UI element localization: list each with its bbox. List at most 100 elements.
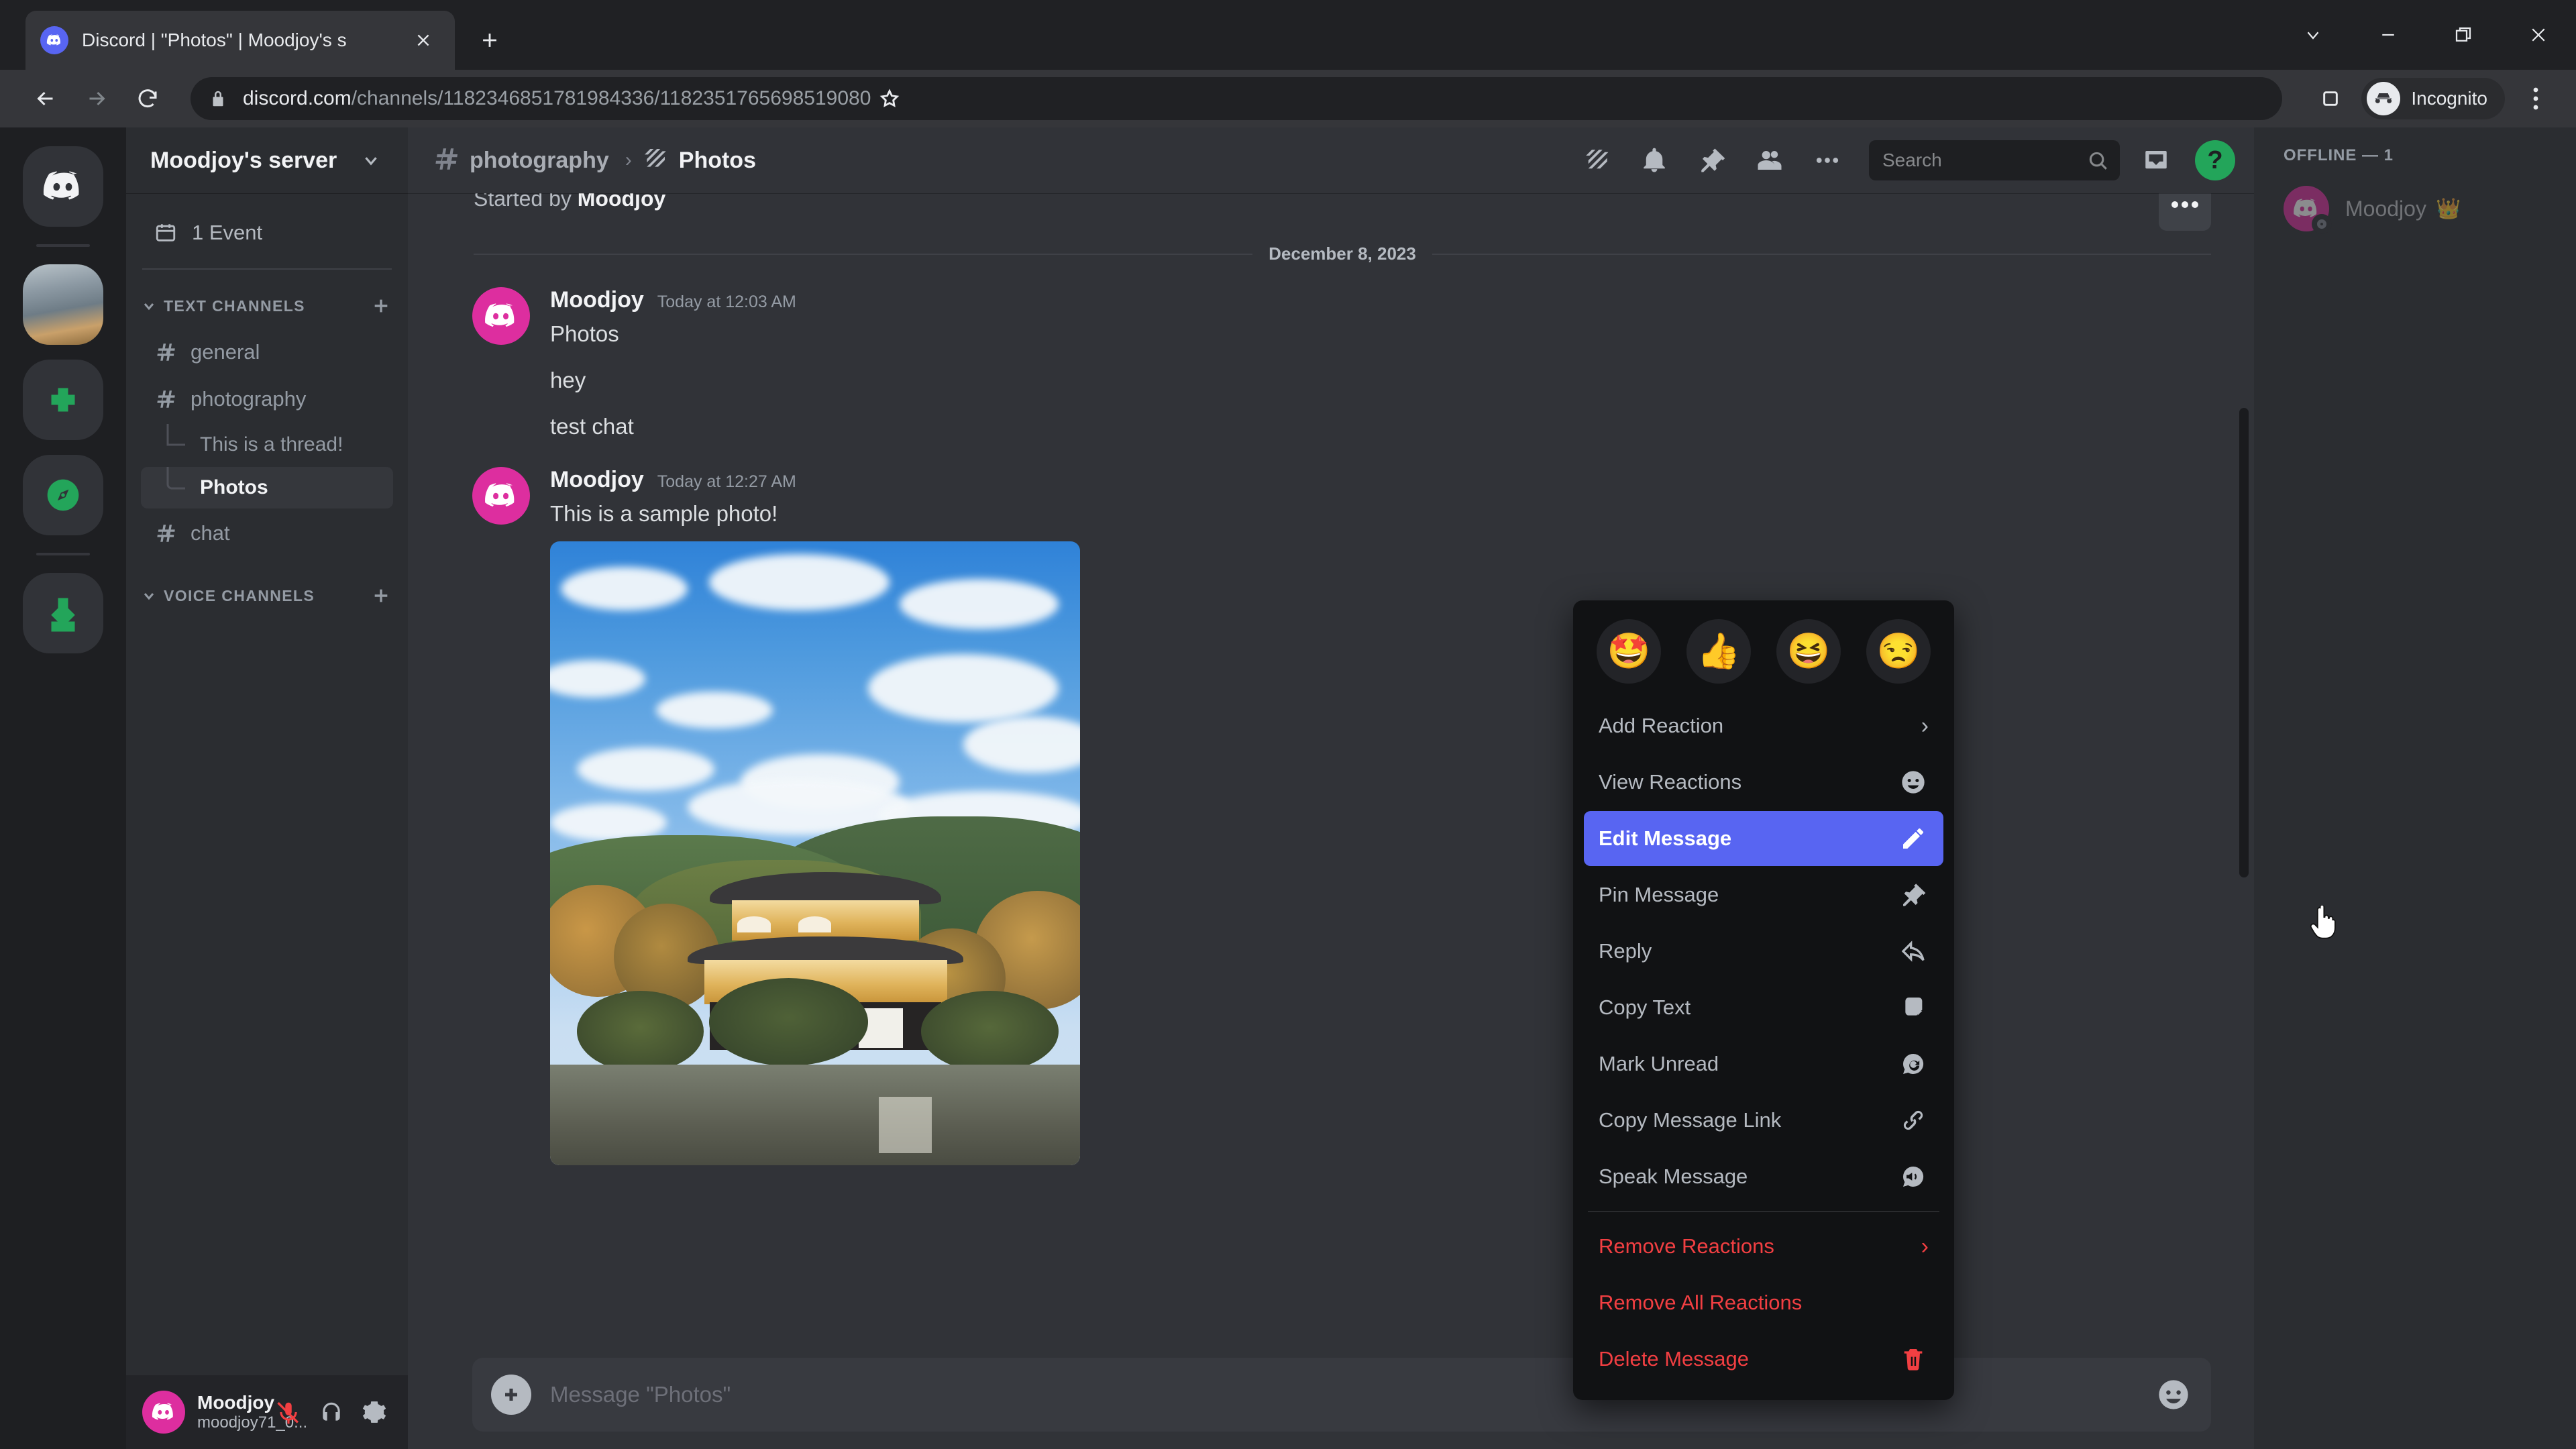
- maximize-button[interactable]: [2426, 0, 2501, 70]
- avatar[interactable]: [142, 1391, 185, 1434]
- message-author[interactable]: Moodjoy: [550, 287, 644, 313]
- server-name: Moodjoy's server: [150, 147, 337, 173]
- sidebar-thread-this-is-a-thread[interactable]: This is a thread!: [141, 424, 393, 466]
- message-text: Photos: [550, 321, 619, 346]
- menu-item-copy-text[interactable]: Copy Text: [1584, 980, 1943, 1035]
- hash-icon: [153, 341, 178, 364]
- date-divider: December 8, 2023: [474, 244, 2211, 264]
- menu-item-pin-message[interactable]: Pin Message: [1584, 867, 1943, 922]
- menu-item-delete-message[interactable]: Delete Message: [1584, 1332, 1943, 1387]
- message-composer: Message "Photos": [408, 1358, 2254, 1449]
- menu-label: View Reactions: [1599, 770, 1742, 794]
- sidebar-thread-photos[interactable]: Photos: [141, 449, 393, 508]
- message-text: test chat: [550, 413, 634, 439]
- rail-divider: [36, 244, 90, 247]
- category-label: TEXT CHANNELS: [164, 297, 305, 315]
- address-bar[interactable]: discord.com/channels/1182346851781984336…: [191, 77, 2283, 120]
- date-divider-label: December 8, 2023: [1269, 244, 1416, 264]
- avatar[interactable]: [472, 466, 530, 525]
- menu-label: Remove Reactions: [1599, 1234, 1774, 1258]
- members-icon[interactable]: [1748, 139, 1791, 182]
- menu-item-edit-message[interactable]: Edit Message: [1584, 811, 1943, 866]
- menu-item-speak-message[interactable]: Speak Message: [1584, 1149, 1943, 1204]
- more-options-icon[interactable]: [1806, 139, 1849, 182]
- menu-item-copy-message-link[interactable]: Copy Message Link: [1584, 1093, 1943, 1148]
- pin-icon[interactable]: [1690, 139, 1733, 182]
- tab-title: Discord | "Photos" | Moodjoy's s: [82, 30, 347, 50]
- user-identity[interactable]: Moodjoy moodjoy71_0...: [197, 1392, 307, 1433]
- plus-icon[interactable]: [370, 295, 392, 317]
- quick-reaction-star-struck[interactable]: 🤩: [1597, 619, 1661, 684]
- side-panel-icon[interactable]: [2312, 80, 2349, 117]
- plus-circle-icon[interactable]: [491, 1375, 531, 1415]
- sidebar-item-photography[interactable]: photography: [141, 377, 393, 421]
- page-title: Photos: [678, 147, 756, 173]
- more-options-icon[interactable]: [2159, 193, 2211, 231]
- category-voice-channels[interactable]: VOICE CHANNELS: [126, 574, 408, 617]
- list-item[interactable]: Moodjoy 👑: [2267, 180, 2563, 237]
- message-item: Moodjoy Today at 12:27 AM This is a samp…: [408, 466, 2254, 1166]
- direct-messages-home-button[interactable]: [23, 146, 103, 227]
- breadcrumb-parent-channel[interactable]: photography: [470, 148, 609, 174]
- hash-icon: [153, 522, 178, 545]
- kebab-menu-icon[interactable]: [2516, 78, 2556, 119]
- tab-search-button[interactable]: [2275, 0, 2351, 70]
- reload-button[interactable]: [122, 73, 173, 124]
- close-icon[interactable]: [407, 23, 440, 57]
- browser-tab[interactable]: Discord | "Photos" | Moodjoy's s: [25, 11, 455, 70]
- chevron-right-icon: ›: [1921, 712, 1929, 739]
- lock-icon: [208, 89, 228, 109]
- mic-muted-icon[interactable]: [267, 1391, 310, 1434]
- notification-bell-icon[interactable]: [1633, 139, 1676, 182]
- minimize-button[interactable]: [2351, 0, 2426, 70]
- message-scrollbar[interactable]: [2239, 408, 2249, 877]
- sidebar-item-general[interactable]: general: [141, 330, 393, 374]
- sidebar-item-chat[interactable]: chat: [141, 511, 393, 555]
- menu-item-add-reaction[interactable]: Add Reaction ›: [1584, 698, 1943, 753]
- menu-item-reply[interactable]: Reply: [1584, 924, 1943, 979]
- server-icon-moodjoy[interactable]: [23, 264, 103, 345]
- category-text-channels[interactable]: TEXT CHANNELS: [126, 284, 408, 327]
- channel-label: photography: [191, 387, 307, 411]
- quick-reaction-unamused[interactable]: 😒: [1866, 619, 1931, 684]
- inbox-icon[interactable]: [2135, 139, 2178, 182]
- chevron-down-icon[interactable]: [361, 150, 381, 170]
- avatar[interactable]: [472, 287, 530, 345]
- menu-label: Edit Message: [1599, 826, 1732, 850]
- close-window-button[interactable]: [2501, 0, 2576, 70]
- gear-icon[interactable]: [353, 1391, 396, 1434]
- search-input[interactable]: Search: [1869, 140, 2120, 180]
- menu-item-remove-reactions[interactable]: Remove Reactions ›: [1584, 1219, 1943, 1274]
- incognito-profile-button[interactable]: Incognito: [2361, 78, 2505, 119]
- events-button[interactable]: 1 Event: [142, 212, 392, 254]
- chevron-down-icon: [141, 588, 157, 604]
- add-server-button[interactable]: [23, 360, 103, 440]
- quick-reaction-thumbs-up[interactable]: 👍: [1686, 619, 1751, 684]
- user-display-name: Moodjoy: [197, 1391, 275, 1413]
- help-icon[interactable]: ?: [2195, 140, 2235, 180]
- message-attachment-photo[interactable]: [550, 541, 1080, 1166]
- window-controls: [2275, 0, 2576, 70]
- quick-reaction-laughing[interactable]: 😆: [1776, 619, 1841, 684]
- category-label: VOICE CHANNELS: [164, 586, 315, 604]
- download-apps-button[interactable]: [23, 573, 103, 653]
- url-domain: discord.com: [243, 87, 352, 109]
- emoji-icon[interactable]: [2153, 1375, 2194, 1415]
- plus-icon[interactable]: [370, 585, 392, 606]
- back-button[interactable]: [20, 73, 71, 124]
- threads-icon[interactable]: [1575, 139, 1618, 182]
- headset-icon[interactable]: [310, 1391, 353, 1434]
- reply-arrow-icon: [1898, 936, 1929, 967]
- menu-item-remove-all-reactions[interactable]: Remove All Reactions: [1584, 1275, 1943, 1330]
- menu-item-view-reactions[interactable]: View Reactions: [1584, 755, 1943, 810]
- menu-item-mark-unread[interactable]: Mark Unread: [1584, 1036, 1943, 1091]
- search-placeholder: Search: [1882, 150, 1942, 170]
- explore-servers-button[interactable]: [23, 455, 103, 535]
- new-tab-button[interactable]: [467, 17, 513, 63]
- hash-icon: [432, 145, 460, 176]
- server-header[interactable]: Moodjoy's server: [126, 127, 408, 193]
- message-author[interactable]: Moodjoy: [550, 467, 644, 493]
- star-icon[interactable]: [871, 80, 908, 117]
- menu-label: Delete Message: [1599, 1347, 1750, 1371]
- forward-button[interactable]: [71, 73, 122, 124]
